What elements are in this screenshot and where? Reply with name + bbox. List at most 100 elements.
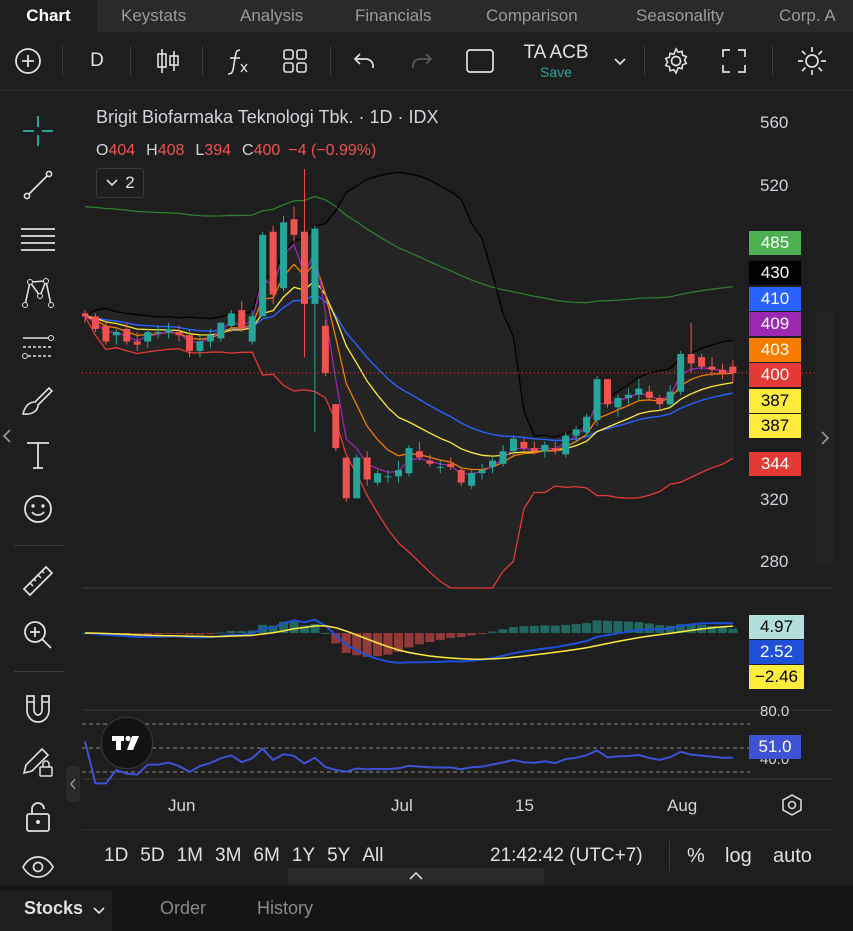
price-axis-label: 520 <box>760 176 789 195</box>
chevron-down-icon <box>93 907 105 915</box>
tab-seasonality[interactable]: Seasonality <box>636 0 724 32</box>
time-axis-label: Aug <box>667 796 698 815</box>
plus-circle-icon <box>15 48 41 74</box>
macd-histogram-bar <box>728 628 738 633</box>
indicator-collapse-button[interactable]: 2 <box>96 168 144 198</box>
brush-tool[interactable] <box>14 377 62 425</box>
tools-divider <box>14 545 64 546</box>
left-panel-arrow[interactable] <box>0 421 14 451</box>
lock-drawings-tool[interactable] <box>14 737 62 785</box>
zoom-in-icon <box>24 621 52 649</box>
chevron-down-icon <box>614 58 626 66</box>
range-6m[interactable]: 6M <box>253 845 279 866</box>
bottom-panel-toggle[interactable] <box>288 868 544 884</box>
candle-body <box>614 397 622 408</box>
macd-histogram-bar <box>529 625 539 633</box>
macd-histogram-bar <box>237 631 247 633</box>
add-symbol-button[interactable] <box>8 32 48 90</box>
chevron-down-icon <box>106 179 118 187</box>
candle-body <box>175 332 183 336</box>
fib-tool[interactable] <box>14 215 62 263</box>
range-3m[interactable]: 3M <box>215 845 241 866</box>
pencil-lock-icon <box>22 747 53 777</box>
tab-keystats[interactable]: Keystats <box>121 0 186 32</box>
price-badge: 400 <box>749 363 801 387</box>
toolbar-divider <box>62 46 63 76</box>
settings-button[interactable] <box>656 32 696 90</box>
candle-body <box>321 325 329 373</box>
candle-body <box>698 357 706 367</box>
redo-button[interactable] <box>404 32 440 90</box>
range-selector: 1D 5D 1M 3M 6M 1Y 5Y All <box>104 845 383 867</box>
measure-tool[interactable] <box>14 557 62 605</box>
tab-analysis[interactable]: Analysis <box>240 0 303 32</box>
range-1m[interactable]: 1M <box>177 845 203 866</box>
candle-body <box>342 457 350 499</box>
candle-body <box>593 379 601 420</box>
tab-comparison[interactable]: Comparison <box>486 0 578 32</box>
layout-button[interactable] <box>275 32 315 90</box>
price-axis-label: 560 <box>760 113 789 132</box>
trendline-tool[interactable] <box>14 161 62 209</box>
zoom-tool[interactable] <box>14 611 62 659</box>
indicators-button[interactable] <box>218 32 258 90</box>
range-5y[interactable]: 5Y <box>327 845 350 866</box>
candle-body <box>165 328 173 333</box>
macd-histogram-bar <box>644 623 654 633</box>
unlock-tool[interactable] <box>14 793 62 841</box>
price-axis-label: 320 <box>760 490 789 509</box>
candle-body <box>300 231 308 304</box>
text-tool[interactable] <box>14 431 62 479</box>
right-panel-toggle[interactable] <box>816 313 834 563</box>
crosshair-tool[interactable] <box>14 107 62 155</box>
visibility-tool[interactable] <box>14 843 62 891</box>
emoji-tool[interactable] <box>14 485 62 533</box>
template-selector[interactable]: TA ACB Save <box>512 32 600 90</box>
pattern-tool[interactable] <box>14 269 62 317</box>
candle-body <box>206 335 214 342</box>
crosshair-icon <box>23 116 53 146</box>
toolbar-divider <box>330 46 331 76</box>
range-1y[interactable]: 1Y <box>292 845 315 866</box>
template-save-status[interactable]: Save <box>540 64 572 80</box>
range-5d[interactable]: 5D <box>140 845 164 866</box>
price-badge: 430 <box>749 261 801 285</box>
range-1d[interactable]: 1D <box>104 845 128 866</box>
clock[interactable]: 21:42:42 (UTC+7) <box>490 845 643 867</box>
candle-body <box>227 313 235 326</box>
candle-body <box>248 316 256 342</box>
chart-area[interactable]: Brigit Biofarmaka Teknologi Tbk. · 1D · … <box>2 91 834 884</box>
collapse-toolbar-button[interactable] <box>66 766 80 802</box>
chart-settings-button[interactable] <box>779 792 805 818</box>
stocks-dropdown-button[interactable] <box>92 903 106 921</box>
rsi-value-badge: 51.0 <box>749 735 801 759</box>
fullscreen-button[interactable] <box>714 32 754 90</box>
tab-chart[interactable]: Chart <box>0 0 97 32</box>
tab-history[interactable]: History <box>257 886 313 931</box>
price-badge: 403 <box>749 338 801 362</box>
undo-button[interactable] <box>346 32 382 90</box>
tab-stocks[interactable]: Stocks <box>24 886 83 931</box>
magnet-tool[interactable] <box>14 685 62 733</box>
toolbar-divider <box>202 46 203 76</box>
tab-financials[interactable]: Financials <box>355 0 432 32</box>
log-scale-toggle[interactable]: log <box>725 845 752 868</box>
auto-scale-toggle[interactable]: auto <box>773 845 812 868</box>
chart-type-button[interactable] <box>148 32 188 90</box>
compare-box-button[interactable] <box>460 32 500 90</box>
percent-scale-toggle[interactable]: % <box>687 845 705 868</box>
interval-button[interactable]: D <box>78 32 116 90</box>
prediction-tool[interactable] <box>14 323 62 371</box>
low-value: 394 <box>204 142 232 159</box>
tradingview-logo[interactable] <box>101 717 153 769</box>
chart-toolbar: D TA ACB Save <box>0 32 853 91</box>
theme-toggle-button[interactable] <box>790 32 834 90</box>
range-all[interactable]: All <box>362 845 383 866</box>
tab-order[interactable]: Order <box>160 886 206 931</box>
price-chart[interactable] <box>82 91 833 884</box>
macd-histogram-bar <box>289 620 299 633</box>
tab-corp-actions[interactable]: Corp. A <box>779 0 853 32</box>
redo-icon <box>412 53 433 68</box>
template-dropdown-button[interactable] <box>606 32 634 90</box>
eye-icon <box>22 856 54 878</box>
